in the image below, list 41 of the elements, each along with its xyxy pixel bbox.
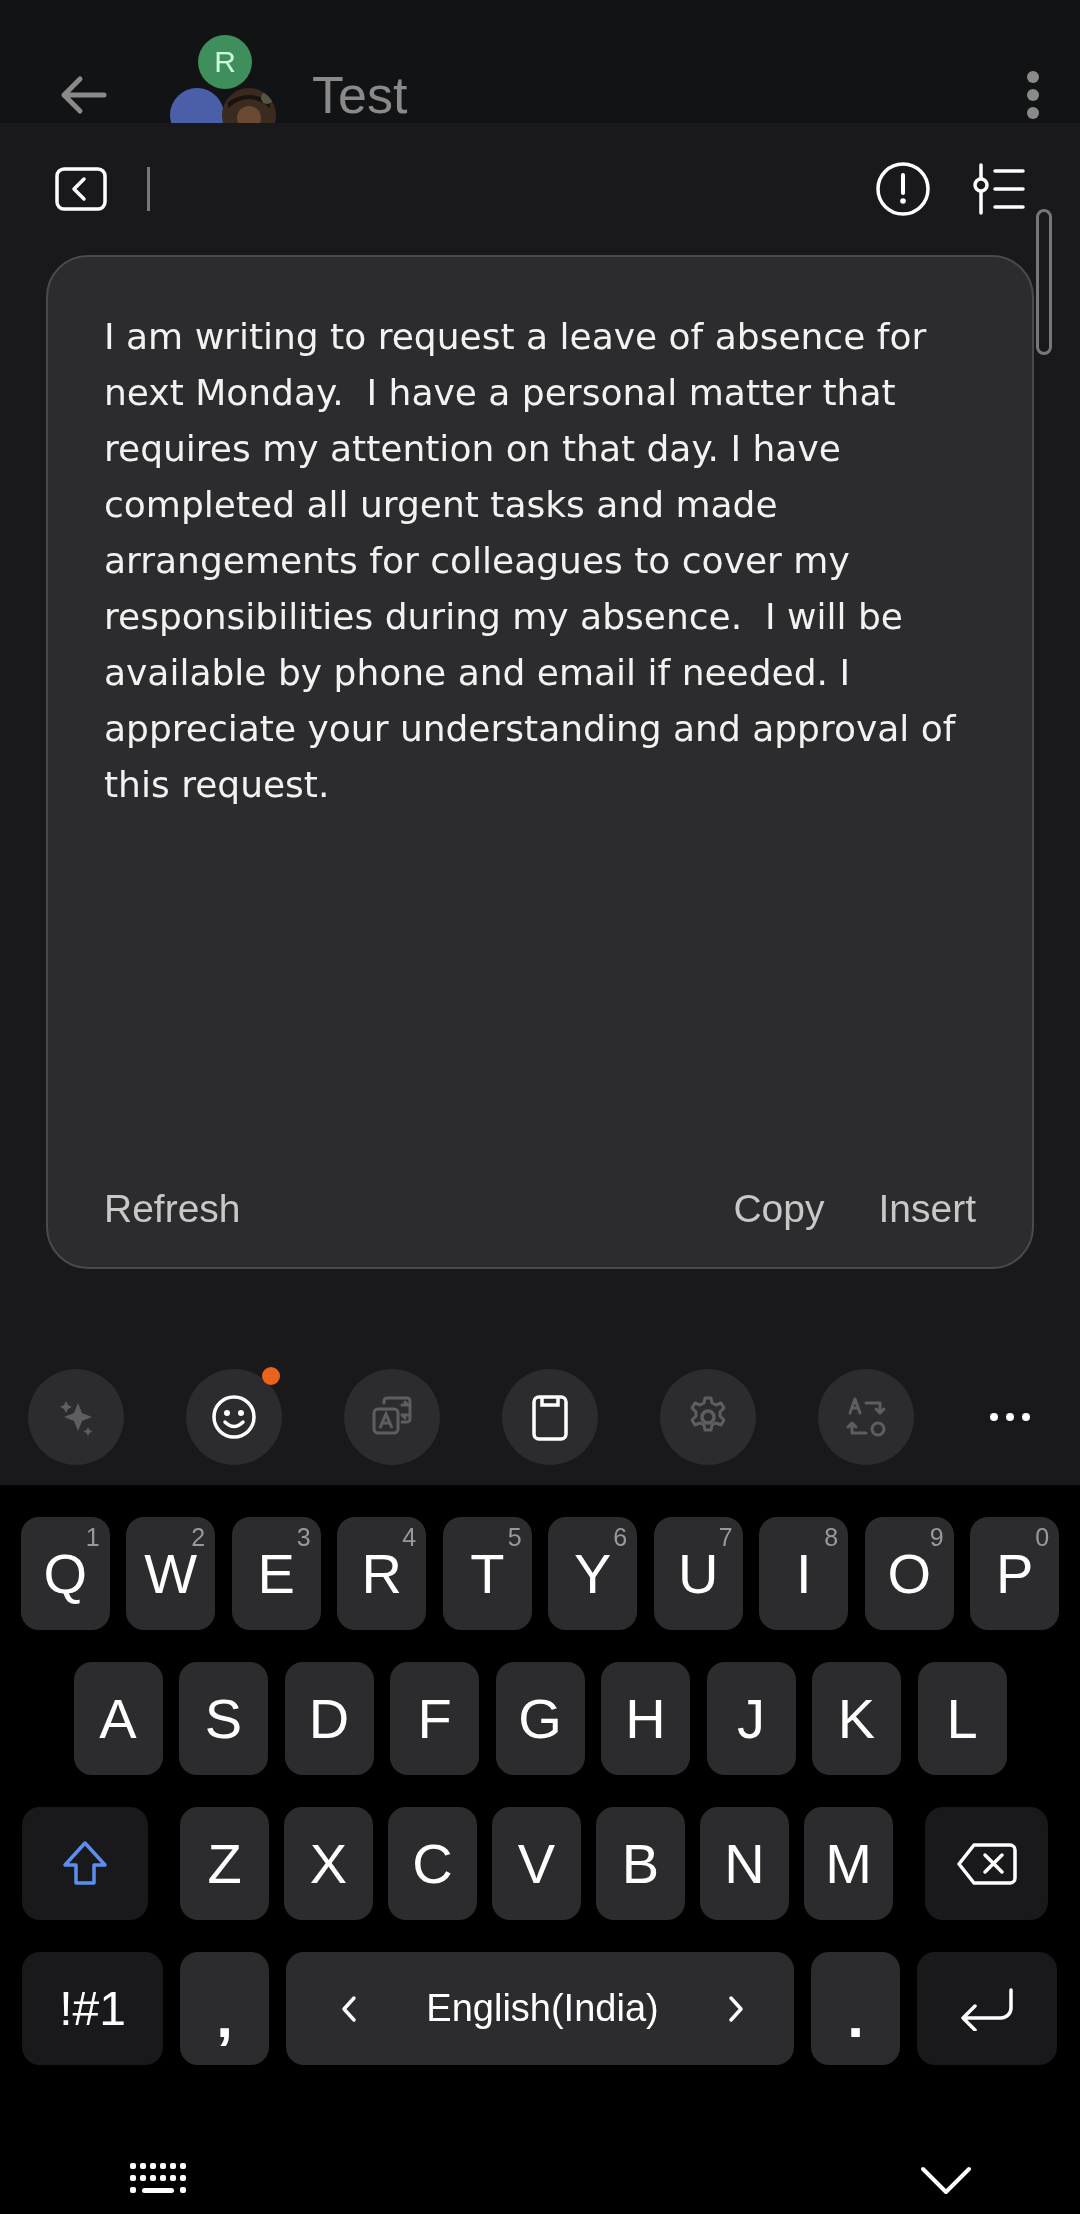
action-button[interactable]: Refresh bbox=[102, 1179, 243, 1239]
key[interactable]: X bbox=[284, 1807, 373, 1920]
symbols-key[interactable]: !#1 bbox=[22, 1952, 163, 2065]
key[interactable]: F bbox=[390, 1662, 479, 1775]
key[interactable]: Z bbox=[180, 1807, 269, 1920]
backspace-icon bbox=[955, 1841, 1018, 1886]
back-icon[interactable] bbox=[55, 167, 107, 211]
key[interactable]: V bbox=[492, 1807, 581, 1920]
chevron-left-icon bbox=[341, 1994, 357, 2023]
more-icon[interactable] bbox=[1026, 70, 1040, 120]
suggested-text: I am writing to request a leave of absence for next Monday. I have a personal matter that requires my attention on that day. I have completed all urgent tasks and made arrangements for colleagues to cover my responsibilities during my absence. I will be available by phone and email if needed. I appreciate your understanding and approval of this request. bbox=[104, 315, 957, 807]
chat-title: Test bbox=[312, 65, 409, 123]
key[interactable]: M bbox=[804, 1807, 893, 1920]
action-button[interactable]: Copy bbox=[731, 1179, 827, 1239]
alert-icon[interactable] bbox=[875, 161, 931, 217]
key[interactable]: S bbox=[179, 1662, 268, 1775]
shift-key[interactable] bbox=[22, 1807, 148, 1920]
enter-key[interactable] bbox=[917, 1952, 1057, 2065]
key[interactable]: H bbox=[601, 1662, 690, 1775]
key[interactable]: N bbox=[700, 1807, 789, 1920]
key[interactable]: K bbox=[812, 1662, 901, 1775]
emoji-icon bbox=[210, 1393, 258, 1441]
filter-icon[interactable] bbox=[971, 161, 1025, 217]
key[interactable]: I 8 bbox=[759, 1517, 849, 1630]
key[interactable]: L bbox=[917, 1662, 1007, 1775]
key[interactable]: A bbox=[73, 1662, 163, 1775]
avatar: R bbox=[198, 35, 252, 89]
action-button[interactable]: Insert bbox=[876, 1179, 978, 1239]
key[interactable]: , bbox=[180, 1952, 269, 2065]
more-icon bbox=[990, 1412, 1030, 1422]
scrollbar[interactable] bbox=[1036, 209, 1052, 355]
key[interactable]: D bbox=[284, 1662, 374, 1775]
space-key[interactable]: English(India) bbox=[286, 1952, 794, 2065]
key[interactable]: . bbox=[811, 1952, 900, 2065]
key[interactable]: B bbox=[596, 1807, 685, 1920]
chevron-right-icon bbox=[728, 1994, 744, 2023]
key[interactable]: C bbox=[388, 1807, 477, 1920]
chevron-down-icon[interactable] bbox=[920, 2166, 972, 2196]
key[interactable]: G bbox=[495, 1662, 585, 1775]
key[interactable]: J bbox=[706, 1662, 796, 1775]
backspace-key[interactable] bbox=[925, 1807, 1048, 1920]
